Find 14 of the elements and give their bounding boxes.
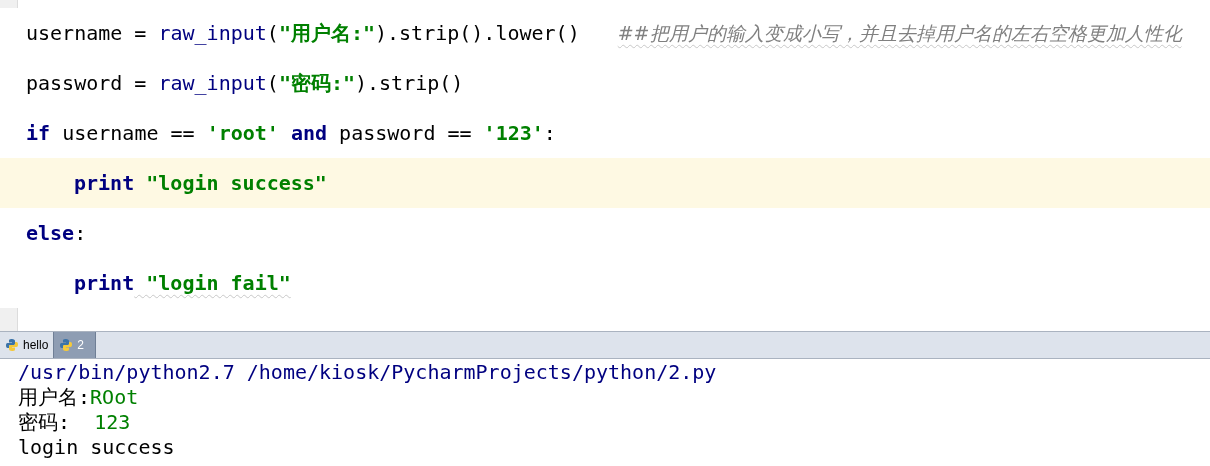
python-icon <box>59 338 74 352</box>
code-line: if username == 'root' and password == '123': <box>26 120 556 147</box>
code-line: else: <box>26 220 87 247</box>
code-line: username = raw_input("用户名:").strip().lower() <box>26 20 580 47</box>
code-line: password = raw_input("密码:").strip() <box>26 70 464 97</box>
console-line: /usr/bin/python2.7 /home/kiosk/PycharmProjects/python/2.py <box>18 360 717 385</box>
python-icon <box>5 338 19 352</box>
console-line: login success <box>18 435 175 460</box>
run-tab[interactable]: hello <box>0 332 54 358</box>
console-line: 用户名:ROot <box>18 385 139 410</box>
code-comment: ##把用户的输入变成小写，并且去掉用户名的左右空格更加人性化 <box>617 20 1182 46</box>
console-line: 密码: 123 <box>18 410 131 435</box>
code-line: print "login fail" <box>74 270 291 297</box>
code-line: print "login success" <box>74 170 327 197</box>
